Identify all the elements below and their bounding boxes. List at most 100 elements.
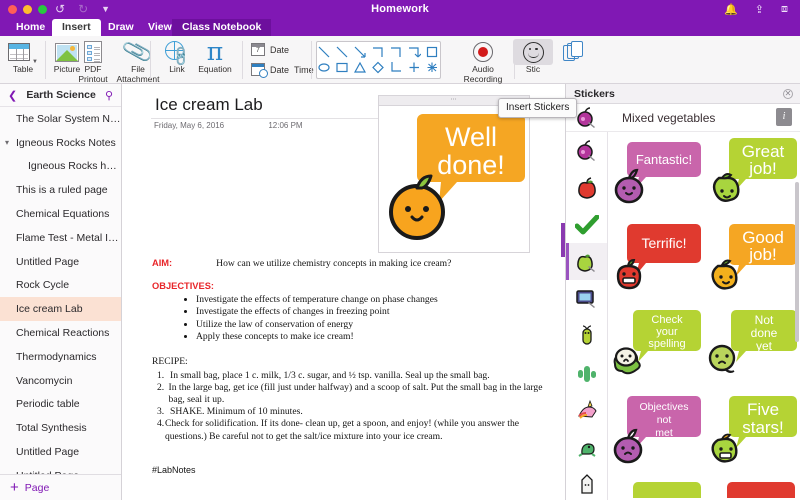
sticker-terrific[interactable]: Terrific! bbox=[612, 220, 706, 307]
page-timestamp: Friday, May 6, 2016 12:06 PM bbox=[154, 121, 303, 130]
page-item-igneous-rocks-h[interactable]: Igneous Rocks h… bbox=[0, 155, 121, 179]
time-label: Time bbox=[294, 65, 314, 75]
shapes-gallery[interactable] bbox=[316, 41, 441, 79]
sticker-grid[interactable]: Fantastic! Great job! bbox=[608, 132, 800, 500]
caterpillar-icon bbox=[576, 325, 598, 347]
search-icon[interactable]: ⚲ bbox=[105, 89, 113, 102]
page-item-untitled-2[interactable]: Untitled Page bbox=[0, 440, 121, 464]
insert-date-time-button[interactable]: Date Time bbox=[251, 63, 314, 76]
share-icon[interactable]: ⇪ bbox=[755, 3, 764, 16]
chevron-left-icon[interactable]: ❮ bbox=[8, 89, 17, 102]
audio-recording-button[interactable]: Audio Recording bbox=[457, 39, 509, 84]
info-icon[interactable]: i bbox=[776, 108, 792, 126]
sticker-label-2: job! bbox=[748, 159, 776, 178]
sticker-label-2: your bbox=[656, 326, 678, 338]
insert-equation-button[interactable]: π Equation bbox=[187, 39, 243, 75]
insert-table-button[interactable]: ▼ Table bbox=[0, 39, 47, 75]
bell-icon[interactable]: 🔔 bbox=[724, 3, 738, 16]
well-done-orange-sticker: Well done! bbox=[379, 106, 529, 252]
page-list-sidebar: ❮ Earth Science ⚲ The Solar System N… ▾I… bbox=[0, 84, 122, 500]
stickers-scrollbar[interactable] bbox=[795, 182, 799, 342]
objectives-label: OBJECTIVES: bbox=[152, 281, 552, 291]
sticker-check-your-spelling[interactable]: Check your spelling bbox=[612, 306, 706, 393]
ribbon: ▼ Table Picture PDF Printout bbox=[0, 36, 800, 84]
line-icon bbox=[318, 46, 331, 59]
sticker-category-dinosaur[interactable] bbox=[566, 428, 607, 465]
note-page[interactable]: Ice cream Lab Friday, May 6, 2016 12:06 … bbox=[122, 84, 565, 500]
cactus-icon bbox=[576, 362, 598, 384]
sticker-category-onion[interactable] bbox=[566, 132, 607, 169]
sticker-set-name: Mixed vegetables bbox=[622, 111, 715, 125]
page-item-periodic-table[interactable]: Periodic table bbox=[0, 393, 121, 417]
sticker-category-rail[interactable] bbox=[566, 132, 608, 500]
page-time: 12:06 PM bbox=[268, 121, 302, 130]
inserted-sticker-object[interactable]: ⋯ ◄► Well done! bbox=[378, 95, 530, 253]
corner-icon bbox=[390, 61, 403, 74]
tab-class-notebook[interactable]: Class Notebook bbox=[172, 19, 271, 36]
sticker-fantastic-art: Fantastic! bbox=[612, 134, 706, 219]
page-item-chemical-equations[interactable]: Chemical Equations bbox=[0, 202, 121, 226]
sticker-category-apple[interactable] bbox=[566, 169, 607, 206]
page-item-untitled-3[interactable]: Untitled Page bbox=[0, 464, 121, 474]
page-item-ice-cream-lab[interactable]: Ice cream Lab bbox=[0, 297, 121, 321]
plus-shape-icon bbox=[408, 61, 421, 74]
section-title: Earth Science bbox=[17, 89, 105, 101]
insert-pdf-printout-button[interactable]: PDF Printout bbox=[72, 39, 114, 84]
sticker-five-stars-art: Five stars! bbox=[706, 392, 800, 477]
tab-draw[interactable]: Draw bbox=[98, 19, 144, 36]
onenote-window: ↺ ↻ ▼ Homework 🔔 ⇪ ⧈ ☺▼ Home Insert Draw… bbox=[0, 0, 800, 500]
page-templates-button[interactable] bbox=[553, 39, 595, 65]
sticker-category-green-apple[interactable] bbox=[566, 243, 607, 280]
page-item-total-synthesis[interactable]: Total Synthesis bbox=[0, 416, 121, 440]
tab-insert[interactable]: Insert bbox=[52, 19, 101, 36]
page-templates-icon bbox=[553, 39, 595, 65]
sticker-partial-red[interactable] bbox=[706, 478, 800, 498]
page-item-chemical-reactions[interactable]: Chemical Reactions bbox=[0, 321, 121, 345]
sticker-objectives-not-met-art: Objectives not met bbox=[612, 392, 706, 477]
sticker-not-done-yet[interactable]: Not done yet bbox=[706, 306, 800, 393]
tab-home[interactable]: Home bbox=[6, 19, 55, 36]
chevron-down-icon[interactable]: ▾ bbox=[5, 138, 9, 147]
line-2-icon bbox=[336, 46, 349, 59]
sticker-category-milk[interactable] bbox=[566, 465, 607, 500]
page-item-solar-system[interactable]: The Solar System N… bbox=[0, 107, 121, 131]
sticker-category-caterpillar[interactable] bbox=[566, 317, 607, 354]
close-icon[interactable]: ✕ bbox=[783, 89, 793, 99]
stickers-panel: Stickers ✕ Mixed vegetables i bbox=[565, 84, 800, 500]
page-item-untitled-1[interactable]: Untitled Page bbox=[0, 250, 121, 274]
sticker-great-job[interactable]: Great job! bbox=[706, 134, 800, 221]
objectives-block: OBJECTIVES: Investigate the effects of t… bbox=[152, 281, 552, 344]
sticker-fantastic[interactable]: Fantastic! bbox=[612, 134, 706, 221]
rectangle-icon bbox=[336, 61, 349, 74]
page-item-flame-test[interactable]: Flame Test - Metal I… bbox=[0, 226, 121, 250]
sticker-bubble-line2: done! bbox=[437, 150, 505, 180]
page-item-vancomycin[interactable]: Vancomycin bbox=[0, 369, 121, 393]
sticker-five-stars[interactable]: Five stars! bbox=[706, 392, 800, 479]
sticker-partial-green[interactable] bbox=[612, 478, 706, 498]
sticker-category-unicorn[interactable] bbox=[566, 391, 607, 428]
sticker-category-cactus[interactable] bbox=[566, 354, 607, 391]
page-list[interactable]: The Solar System N… ▾Igneous Rocks Notes… bbox=[0, 106, 121, 474]
sticker-good-job-art: Good job! bbox=[706, 220, 800, 305]
sticker-category-computer[interactable] bbox=[566, 280, 607, 317]
sticker-check-spelling-art: Check your spelling bbox=[612, 306, 706, 391]
expand-icon[interactable]: ⧈ bbox=[781, 3, 788, 16]
onion-pen-icon bbox=[576, 107, 598, 129]
diamond-icon bbox=[372, 61, 385, 74]
sticker-category-check[interactable] bbox=[566, 206, 607, 243]
add-page-button[interactable]: + Page bbox=[0, 474, 121, 500]
page-title[interactable]: Ice cream Lab bbox=[155, 95, 263, 115]
equation-pi-icon: π bbox=[187, 39, 243, 65]
page-item-ruled-page[interactable]: This is a ruled page bbox=[0, 178, 121, 202]
sticker-label: Five bbox=[747, 400, 779, 419]
milk-carton-icon bbox=[577, 473, 597, 495]
page-item-igneous-rocks-notes[interactable]: ▾Igneous Rocks Notes bbox=[0, 131, 121, 155]
sticker-label: Objectives bbox=[639, 401, 688, 413]
note-body[interactable]: AIM: How can we utilize chemistry concep… bbox=[152, 258, 552, 475]
page-item-rock-cycle[interactable]: Rock Cycle bbox=[0, 274, 121, 298]
page-item-thermodynamics[interactable]: Thermodynamics bbox=[0, 345, 121, 369]
sticker-good-job[interactable]: Good job! bbox=[706, 220, 800, 307]
insert-date-button[interactable]: 7 Date bbox=[251, 43, 289, 56]
sticker-objectives-not-met[interactable]: Objectives not met bbox=[612, 392, 706, 479]
insert-stickers-button[interactable]: Stic bbox=[513, 39, 553, 75]
